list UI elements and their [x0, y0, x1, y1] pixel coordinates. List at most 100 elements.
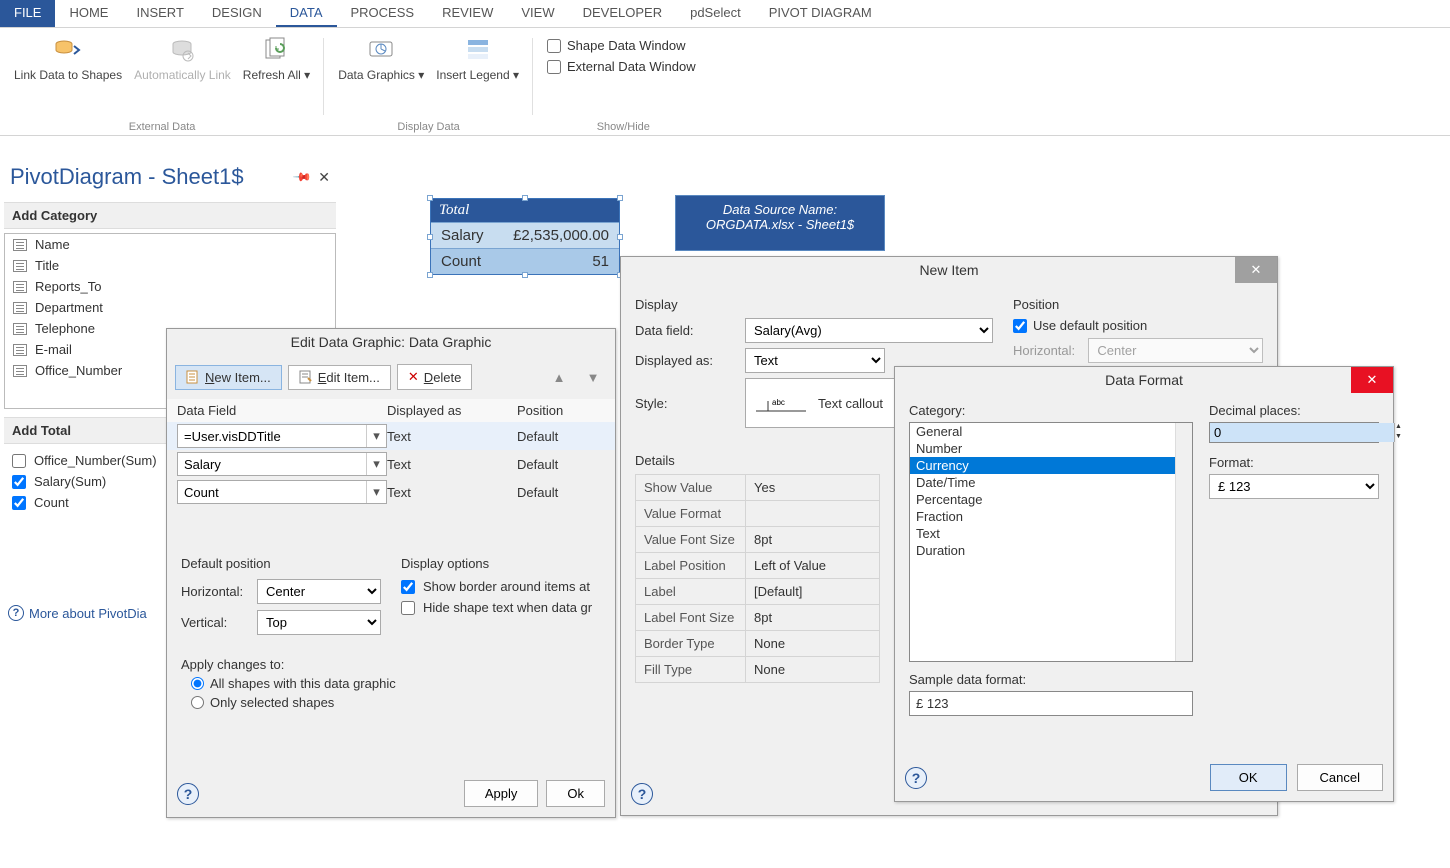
tab-design[interactable]: DESIGN [198, 0, 276, 27]
refresh-button[interactable]: Refresh All ▾ [237, 32, 316, 121]
apply-sel-radio[interactable]: Only selected shapes [191, 695, 601, 710]
list-item[interactable]: Text [910, 525, 1192, 542]
list-item[interactable]: Percentage [910, 491, 1192, 508]
tab-view[interactable]: VIEW [507, 0, 568, 27]
table-row[interactable]: Label PositionLeft of Value [636, 553, 880, 579]
pin-icon[interactable]: 📌 [293, 167, 313, 187]
tab-pivot-diagram[interactable]: PIVOT DIAGRAM [755, 0, 886, 27]
data-field-combo[interactable]: ▾ [177, 424, 387, 448]
field-icon [13, 260, 27, 272]
chevron-down-icon[interactable]: ▾ [366, 425, 386, 447]
more-link[interactable]: ?More about PivotDia [4, 599, 151, 627]
sample-label: Sample data format: [909, 672, 1193, 687]
spin-down-icon[interactable]: ▼ [1395, 433, 1402, 443]
table-row[interactable]: Label Font Size8pt [636, 605, 880, 631]
list-item[interactable]: Name [5, 234, 335, 255]
category-list[interactable]: General Number Currency Date/Time Percen… [909, 422, 1193, 662]
new-item-button[interactable]: New Item... [175, 365, 282, 390]
cancel-button[interactable]: Cancel [1297, 764, 1383, 791]
list-item[interactable]: Reports_To [5, 276, 335, 297]
show-border-checkbox[interactable]: Show border around items at [401, 579, 601, 594]
ds-name-label: Data Source Name: [680, 202, 880, 217]
data-graphics-button[interactable]: Data Graphics ▾ [332, 32, 430, 121]
tab-home[interactable]: HOME [55, 0, 122, 27]
tab-insert[interactable]: INSERT [122, 0, 197, 27]
link-data-button[interactable]: Link Data to Shapes [8, 32, 128, 121]
horizontal-select[interactable]: Center [257, 579, 381, 604]
tab-review[interactable]: REVIEW [428, 0, 507, 27]
external-data-checkbox[interactable]: External Data Window [547, 59, 696, 74]
tab-data[interactable]: DATA [276, 0, 337, 27]
help-icon[interactable]: ? [905, 767, 927, 789]
list-item[interactable]: Number [910, 440, 1192, 457]
decimal-input[interactable]: ▲▼ [1209, 422, 1379, 443]
field-icon [13, 239, 27, 251]
edit-data-graphic-dialog: Edit Data Graphic: Data Graphic New Item… [166, 328, 616, 818]
edit-item-button[interactable]: Edit Item... [288, 365, 391, 390]
auto-link-button[interactable]: Automatically Link [128, 32, 237, 121]
tab-process[interactable]: PROCESS [337, 0, 429, 27]
field-icon [13, 281, 27, 293]
salary-label: Salary [441, 227, 484, 244]
list-item[interactable]: General [910, 423, 1192, 440]
tab-pdselect[interactable]: pdSelect [676, 0, 755, 27]
displayed-as-select[interactable]: Text [745, 348, 885, 373]
spin-up-icon[interactable]: ▲ [1395, 423, 1402, 433]
list-item[interactable]: Currency [910, 457, 1192, 474]
data-format-dialog: Data Format✕ Category: General Number Cu… [894, 366, 1394, 802]
chevron-down-icon[interactable]: ▾ [366, 481, 386, 503]
table-row[interactable]: ▾ Text Default [167, 478, 615, 506]
field-icon [13, 323, 27, 335]
list-item[interactable]: Department [5, 297, 335, 318]
format-select[interactable]: £ 123 [1209, 474, 1379, 499]
data-field-select[interactable]: Salary(Avg) [745, 318, 993, 343]
tab-developer[interactable]: DEVELOPER [569, 0, 676, 27]
insert-legend-button[interactable]: Insert Legend ▾ [430, 32, 525, 121]
apply-button[interactable]: Apply [464, 780, 539, 807]
newitem-title: New Item [919, 262, 978, 278]
data-field-combo[interactable]: ▾ [177, 452, 387, 476]
ok-button[interactable]: Ok [546, 780, 605, 807]
help-icon[interactable]: ? [177, 783, 199, 805]
apply-all-radio[interactable]: All shapes with this data graphic [191, 676, 601, 691]
tab-file[interactable]: FILE [0, 0, 55, 27]
vertical-select[interactable]: Top [257, 610, 381, 635]
format-label: Format: [1209, 455, 1379, 470]
ok-button[interactable]: OK [1210, 764, 1287, 791]
table-row[interactable]: Label[Default] [636, 579, 880, 605]
list-item[interactable]: Duration [910, 542, 1192, 559]
table-row[interactable]: Value Font Size8pt [636, 527, 880, 553]
move-up-button[interactable]: ▲ [545, 363, 573, 391]
close-button[interactable]: ✕ [1351, 367, 1393, 393]
delete-button[interactable]: ✕Delete [397, 364, 473, 390]
details-table: Show ValueYes Value Format Value Font Si… [635, 474, 880, 683]
category-label: Category: [909, 403, 1193, 418]
shape-data-checkbox[interactable]: Shape Data Window [547, 38, 696, 53]
total-shape[interactable]: Total Salary£2,535,000.00 Count51 [430, 198, 620, 275]
help-icon[interactable]: ? [631, 783, 653, 805]
table-row[interactable]: Border TypeNone [636, 631, 880, 657]
table-row[interactable]: Fill TypeNone [636, 657, 880, 683]
col-data-field: Data Field [177, 403, 387, 418]
refresh-icon [260, 34, 292, 66]
move-down-button[interactable]: ▼ [579, 363, 607, 391]
hide-shape-checkbox[interactable]: Hide shape text when data gr [401, 600, 601, 615]
group-show-hide: Show/Hide [597, 121, 650, 135]
use-default-checkbox[interactable]: Use default position [1013, 318, 1263, 333]
table-row[interactable]: ▾ Text Default [167, 450, 615, 478]
list-item[interactable]: Date/Time [910, 474, 1192, 491]
list-item[interactable]: Title [5, 255, 335, 276]
shape-data-label: Shape Data Window [567, 38, 686, 53]
table-row[interactable]: Show ValueYes [636, 475, 880, 501]
data-field-combo[interactable]: ▾ [177, 480, 387, 504]
close-button[interactable]: ✕ [1235, 257, 1277, 283]
table-row[interactable]: Value Format [636, 501, 880, 527]
datasource-shape[interactable]: Data Source Name: ORGDATA.xlsx - Sheet1$ [675, 195, 885, 251]
sample-value: £ 123 [909, 691, 1193, 716]
chevron-down-icon[interactable]: ▾ [366, 453, 386, 475]
list-item[interactable]: Fraction [910, 508, 1192, 525]
salary-value: £2,535,000.00 [513, 227, 609, 244]
data-graphics-label: Data Graphics ▾ [338, 68, 424, 82]
close-icon[interactable]: ✕ [318, 169, 330, 186]
table-row[interactable]: ▾ Text Default [167, 422, 615, 450]
